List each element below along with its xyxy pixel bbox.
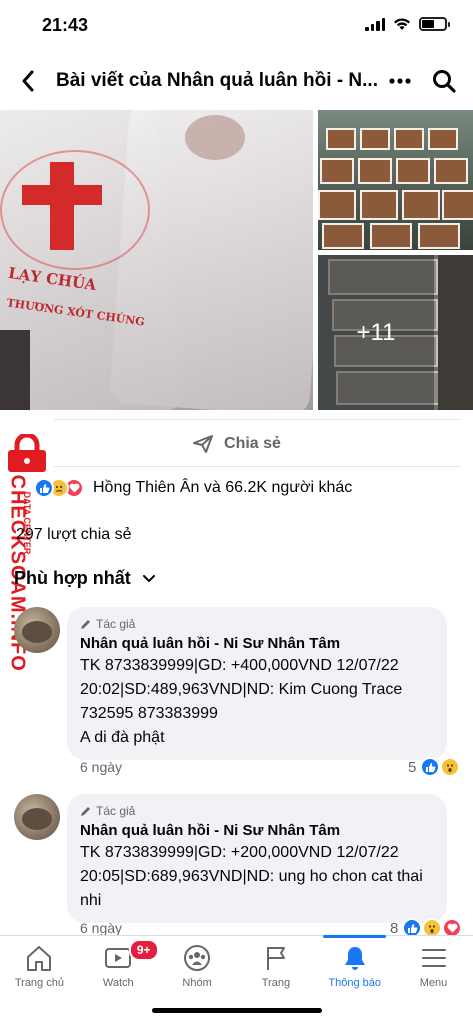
dark-area: [0, 330, 30, 410]
comment: Tác giả Nhân quả luân hồi - Ni Sư Nhân T…: [14, 794, 463, 938]
chevron-down-icon: [142, 574, 155, 582]
tab-label: Trang: [261, 977, 291, 989]
wow-icon: [440, 757, 461, 777]
back-button[interactable]: [6, 59, 50, 103]
post-header: Bài viết của Nhân quả luân hồi - N...: [0, 56, 473, 106]
tab-label: Thông báo: [328, 977, 382, 989]
share-label: Chia sẻ: [224, 435, 281, 452]
bag-print: [0, 150, 150, 270]
flag-icon: [266, 947, 285, 970]
tab-label: Menu: [419, 977, 448, 989]
status-icons: [365, 17, 450, 31]
comment-sort-dropdown[interactable]: Phù hợp nhất: [14, 568, 155, 589]
pencil-icon: [81, 620, 90, 629]
photo-main[interactable]: LẠY CHÚA THƯƠNG XÓT CHÚNG: [0, 110, 313, 410]
author-badge: Tác giả: [80, 617, 434, 631]
comment-bubble[interactable]: Tác giả Nhân quả luân hồi - Ni Sư Nhân T…: [67, 607, 447, 760]
tab-label: Nhóm: [182, 977, 212, 989]
home-indicator: [152, 1008, 322, 1013]
tab-menu[interactable]: Menu: [394, 936, 473, 1005]
reactions-summary[interactable]: Hồng Thiên Ân và 66.2K người khác: [34, 478, 352, 498]
chevron-left-icon: [22, 70, 34, 92]
comment-time[interactable]: 6 ngày: [80, 920, 122, 936]
comment-bubble[interactable]: Tác giả Nhân quả luân hồi - Ni Sư Nhân T…: [67, 794, 447, 923]
more-icon: [389, 78, 411, 84]
search-button[interactable]: [427, 64, 461, 98]
signal-icon: [365, 17, 385, 31]
comment-text: TK 8733839999|GD: +200,000VND 12/07/22 2…: [80, 844, 428, 909]
photo-grid: LẠY CHÚA THƯƠNG XÓT CHÚNG +11: [0, 110, 473, 410]
lock-icon: [4, 432, 50, 474]
tab-label: Trang chủ: [14, 977, 64, 989]
baby-shape: [185, 115, 245, 160]
groups-icon: [184, 945, 211, 971]
bell-icon: [344, 947, 365, 970]
more-photos-overlay[interactable]: +11: [318, 255, 434, 410]
comment-author[interactable]: Nhân quả luân hồi - Ni Sư Nhân Tâm: [80, 635, 434, 652]
share-button[interactable]: Chia sẻ: [0, 423, 473, 465]
divider: [54, 466, 461, 467]
pencil-icon: [81, 807, 90, 816]
status-bar: 21:43: [0, 0, 473, 52]
tab-groups[interactable]: Nhóm: [158, 936, 237, 1005]
author-badge: Tác giả: [80, 804, 434, 818]
author-badge-label: Tác giả: [96, 804, 136, 818]
share-count[interactable]: 297 lượt chia sẻ: [16, 526, 131, 544]
reactions-text: Hồng Thiên Ân và 66.2K người khác: [93, 479, 353, 496]
avatar[interactable]: [14, 794, 60, 840]
search-icon: [433, 70, 456, 93]
comment-reaction-count: 8: [390, 919, 399, 937]
tab-notifications[interactable]: Thông báo: [315, 935, 394, 1005]
comment-author[interactable]: Nhân quả luân hồi - Ni Sư Nhân Tâm: [80, 822, 434, 839]
comment: Tác giả Nhân quả luân hồi - Ni Sư Nhân T…: [14, 607, 461, 777]
sort-label: Phù hợp nhất: [14, 568, 131, 588]
comment-reactions[interactable]: 5: [408, 757, 461, 777]
home-icon: [27, 946, 52, 971]
battery-icon: [419, 17, 450, 31]
notification-badge: 9+: [128, 939, 159, 961]
tab-home[interactable]: Trang chủ: [0, 936, 79, 1005]
page-title: Bài viết của Nhân quả luân hồi - N...: [56, 70, 378, 91]
comment-reaction-count: 5: [408, 758, 417, 776]
menu-icon: [421, 949, 446, 967]
avatar[interactable]: [14, 607, 60, 653]
share-icon: [193, 435, 214, 453]
active-tab-indicator: [323, 935, 387, 938]
more-button[interactable]: [383, 64, 417, 98]
watermark-sub: DATA CENTER: [22, 491, 32, 555]
wifi-icon: [394, 18, 410, 30]
tab-label: Watch: [102, 977, 134, 989]
tab-watch[interactable]: 9+ Watch: [79, 936, 159, 1005]
status-time: 21:43: [42, 15, 89, 35]
comment-text: TK 8733839999|GD: +400,000VND 12/07/22 2…: [80, 657, 403, 746]
like-icon: [420, 757, 441, 777]
like-icon: [34, 478, 54, 498]
bottom-tab-bar: Trang chủ 9+ Watch Nhóm Trang Thông báo: [0, 935, 473, 1005]
divider: [54, 419, 461, 420]
comment-time[interactable]: 6 ngày: [80, 759, 122, 775]
photo-top-right[interactable]: [318, 110, 473, 250]
author-badge-label: Tác giả: [96, 617, 136, 631]
tab-pages[interactable]: Trang: [236, 936, 315, 1005]
